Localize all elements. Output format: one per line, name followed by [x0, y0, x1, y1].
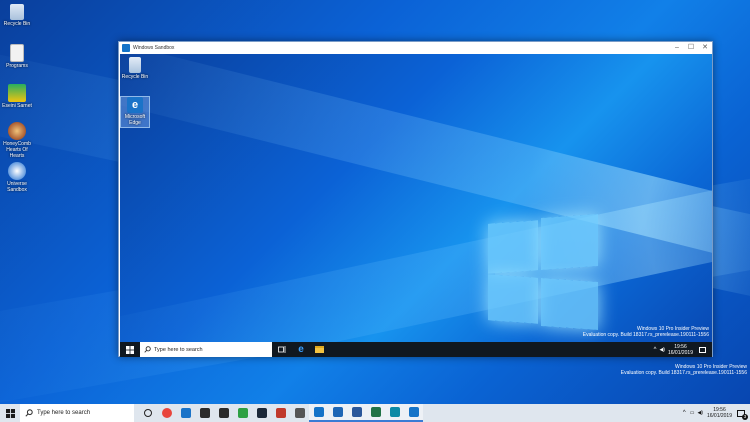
excel-icon — [370, 407, 381, 417]
search-placeholder: Type here to search — [37, 410, 91, 416]
xbox-taskbar-button[interactable] — [233, 404, 252, 422]
windows-start-icon — [5, 408, 15, 418]
clock-date: 16/01/2019 — [706, 413, 732, 419]
desktop-icon-label: Recycle Bin — [3, 21, 31, 27]
desktop-icon-eseini[interactable]: Eseini Sarnet — [2, 84, 32, 109]
sandbox-desktop: Recycle Bin e Microsoft Edge Windows 10 … — [120, 54, 712, 357]
minimize-button[interactable]: – — [670, 42, 684, 54]
store-taskbar-button[interactable] — [195, 404, 214, 422]
host-watermark: Windows 10 Pro Insider Preview Evaluatio… — [621, 364, 747, 376]
sandbox-system-tray: ^ ◀) 19:56 16/01/2019 — [654, 344, 712, 356]
recycle-bin-icon — [129, 57, 141, 73]
sandbox-window[interactable]: Windows Sandbox – ☐ ✕ Recycle Bin e Micr… — [118, 41, 713, 357]
host-taskbar: Type here to search ^ ▭ ◀) 19:56 16/01/2… — [0, 404, 750, 422]
system-tray: ^ ▭ ◀) 19:56 16/01/2019 3 — [683, 407, 750, 420]
notification-icon[interactable] — [699, 346, 706, 353]
sandbox-start-button[interactable] — [120, 342, 140, 357]
media-taskbar-button[interactable] — [290, 404, 309, 422]
action-center-button[interactable]: 3 — [737, 409, 748, 420]
sandbox-search-box[interactable]: Type here to search — [140, 342, 272, 357]
chevron-up-icon[interactable]: ^ — [683, 410, 686, 416]
speaker-icon[interactable]: ◀) — [697, 410, 703, 416]
universe-sandbox-icon — [8, 162, 26, 180]
chevron-up-icon[interactable]: ^ — [654, 347, 657, 353]
game-icon — [275, 408, 286, 418]
notification-badge: 3 — [742, 413, 748, 420]
search-icon — [25, 409, 33, 417]
sandbox-icon-edge[interactable]: e Microsoft Edge — [120, 96, 150, 128]
photos-taskbar-button[interactable] — [328, 404, 347, 422]
mail-icon — [218, 408, 229, 418]
cortana-icon — [143, 409, 152, 417]
sandbox-watermark: Windows 10 Pro Insider Preview Evaluatio… — [583, 326, 709, 338]
speaker-icon[interactable]: ◀) — [659, 347, 665, 353]
programs-icon — [10, 44, 24, 62]
chrome-icon — [161, 408, 172, 418]
steam-taskbar-button[interactable] — [252, 404, 271, 422]
sandbox-explorer-button[interactable] — [310, 342, 328, 357]
window-title: Windows Sandbox — [133, 45, 175, 51]
desktop-icon-label: HoneyComb Hearts Of Hearts — [3, 141, 31, 159]
recycle-bin-icon — [10, 4, 24, 20]
media-icon — [294, 408, 305, 418]
sandbox-icon-recycle-bin[interactable]: Recycle Bin — [120, 57, 150, 80]
desktop-icon-programs[interactable]: Programs — [2, 44, 32, 69]
watermark-line: Evaluation copy. Build 18317.rs_prerelea… — [620, 370, 747, 376]
sandbox-window-icon — [408, 407, 419, 417]
app-icon — [8, 84, 26, 102]
sandbox-icon — [313, 407, 324, 417]
clock-date: 16/01/2019 — [667, 349, 693, 356]
edge-icon — [180, 408, 191, 418]
magnifier-icon — [389, 407, 400, 417]
search-box[interactable]: Type here to search — [20, 404, 134, 422]
search-placeholder: Type here to search — [154, 346, 203, 353]
sandbox-edge-button[interactable]: e — [292, 342, 310, 357]
desktop-icon-recycle-bin[interactable]: Recycle Bin — [2, 4, 32, 27]
windows-logo — [488, 214, 598, 330]
host-clock[interactable]: 19:56 16/01/2019 — [707, 407, 732, 419]
edge-taskbar-button[interactable] — [176, 404, 195, 422]
steam-icon — [256, 408, 267, 418]
excel-taskbar-button[interactable] — [366, 404, 385, 422]
sandbox-titlebar[interactable]: Windows Sandbox – ☐ ✕ — [119, 42, 712, 54]
mail-taskbar-button[interactable] — [214, 404, 233, 422]
word-icon — [351, 407, 362, 417]
task-view-icon — [278, 346, 286, 353]
task-view-button[interactable] — [272, 342, 292, 357]
magnifier-taskbar-button[interactable] — [385, 404, 404, 422]
desktop-icon-honeycomb[interactable]: HoneyComb Hearts Of Hearts — [2, 122, 32, 159]
file-explorer-icon — [314, 346, 324, 353]
search-icon — [144, 346, 151, 353]
desktop-icon-label: Microsoft Edge — [124, 114, 146, 126]
start-button[interactable] — [0, 404, 20, 422]
watermark-line: Evaluation copy. Build 18317.rs_prerelea… — [582, 332, 709, 338]
network-icon[interactable]: ▭ — [690, 410, 695, 416]
desktop-icon-universe-sandbox[interactable]: Universe Sandbox — [2, 162, 32, 193]
game-icon — [8, 122, 26, 140]
game-taskbar-button[interactable] — [271, 404, 290, 422]
desktop-icon-label: Programs — [6, 63, 28, 69]
sandbox-taskbar: Type here to search e ^ ◀) 19:56 16/01/2… — [120, 342, 712, 357]
desktop-icon-label: Eseini Sarnet — [2, 103, 32, 109]
chrome-taskbar-button[interactable] — [157, 404, 176, 422]
word-taskbar-button[interactable] — [347, 404, 366, 422]
windows-start-icon — [126, 345, 134, 354]
edge-icon: e — [298, 344, 304, 355]
sandbox-app-icon — [122, 44, 130, 52]
sandbox-taskbar-button[interactable] — [309, 404, 328, 422]
desktop-icon-label: Universe Sandbox — [7, 181, 27, 193]
edge-icon: e — [127, 97, 143, 113]
photos-icon — [332, 407, 343, 417]
xbox-icon — [237, 408, 248, 418]
close-button[interactable]: ✕ — [698, 42, 712, 54]
maximize-button[interactable]: ☐ — [684, 42, 698, 54]
desktop-icon-label: Recycle Bin — [121, 74, 149, 80]
cortana-taskbar-button[interactable] — [138, 404, 157, 422]
store-icon — [199, 408, 210, 418]
taskbar-apps — [138, 404, 423, 422]
sandbox-window-taskbar-button[interactable] — [404, 404, 423, 422]
sandbox-clock[interactable]: 19:56 16/01/2019 — [668, 344, 693, 356]
